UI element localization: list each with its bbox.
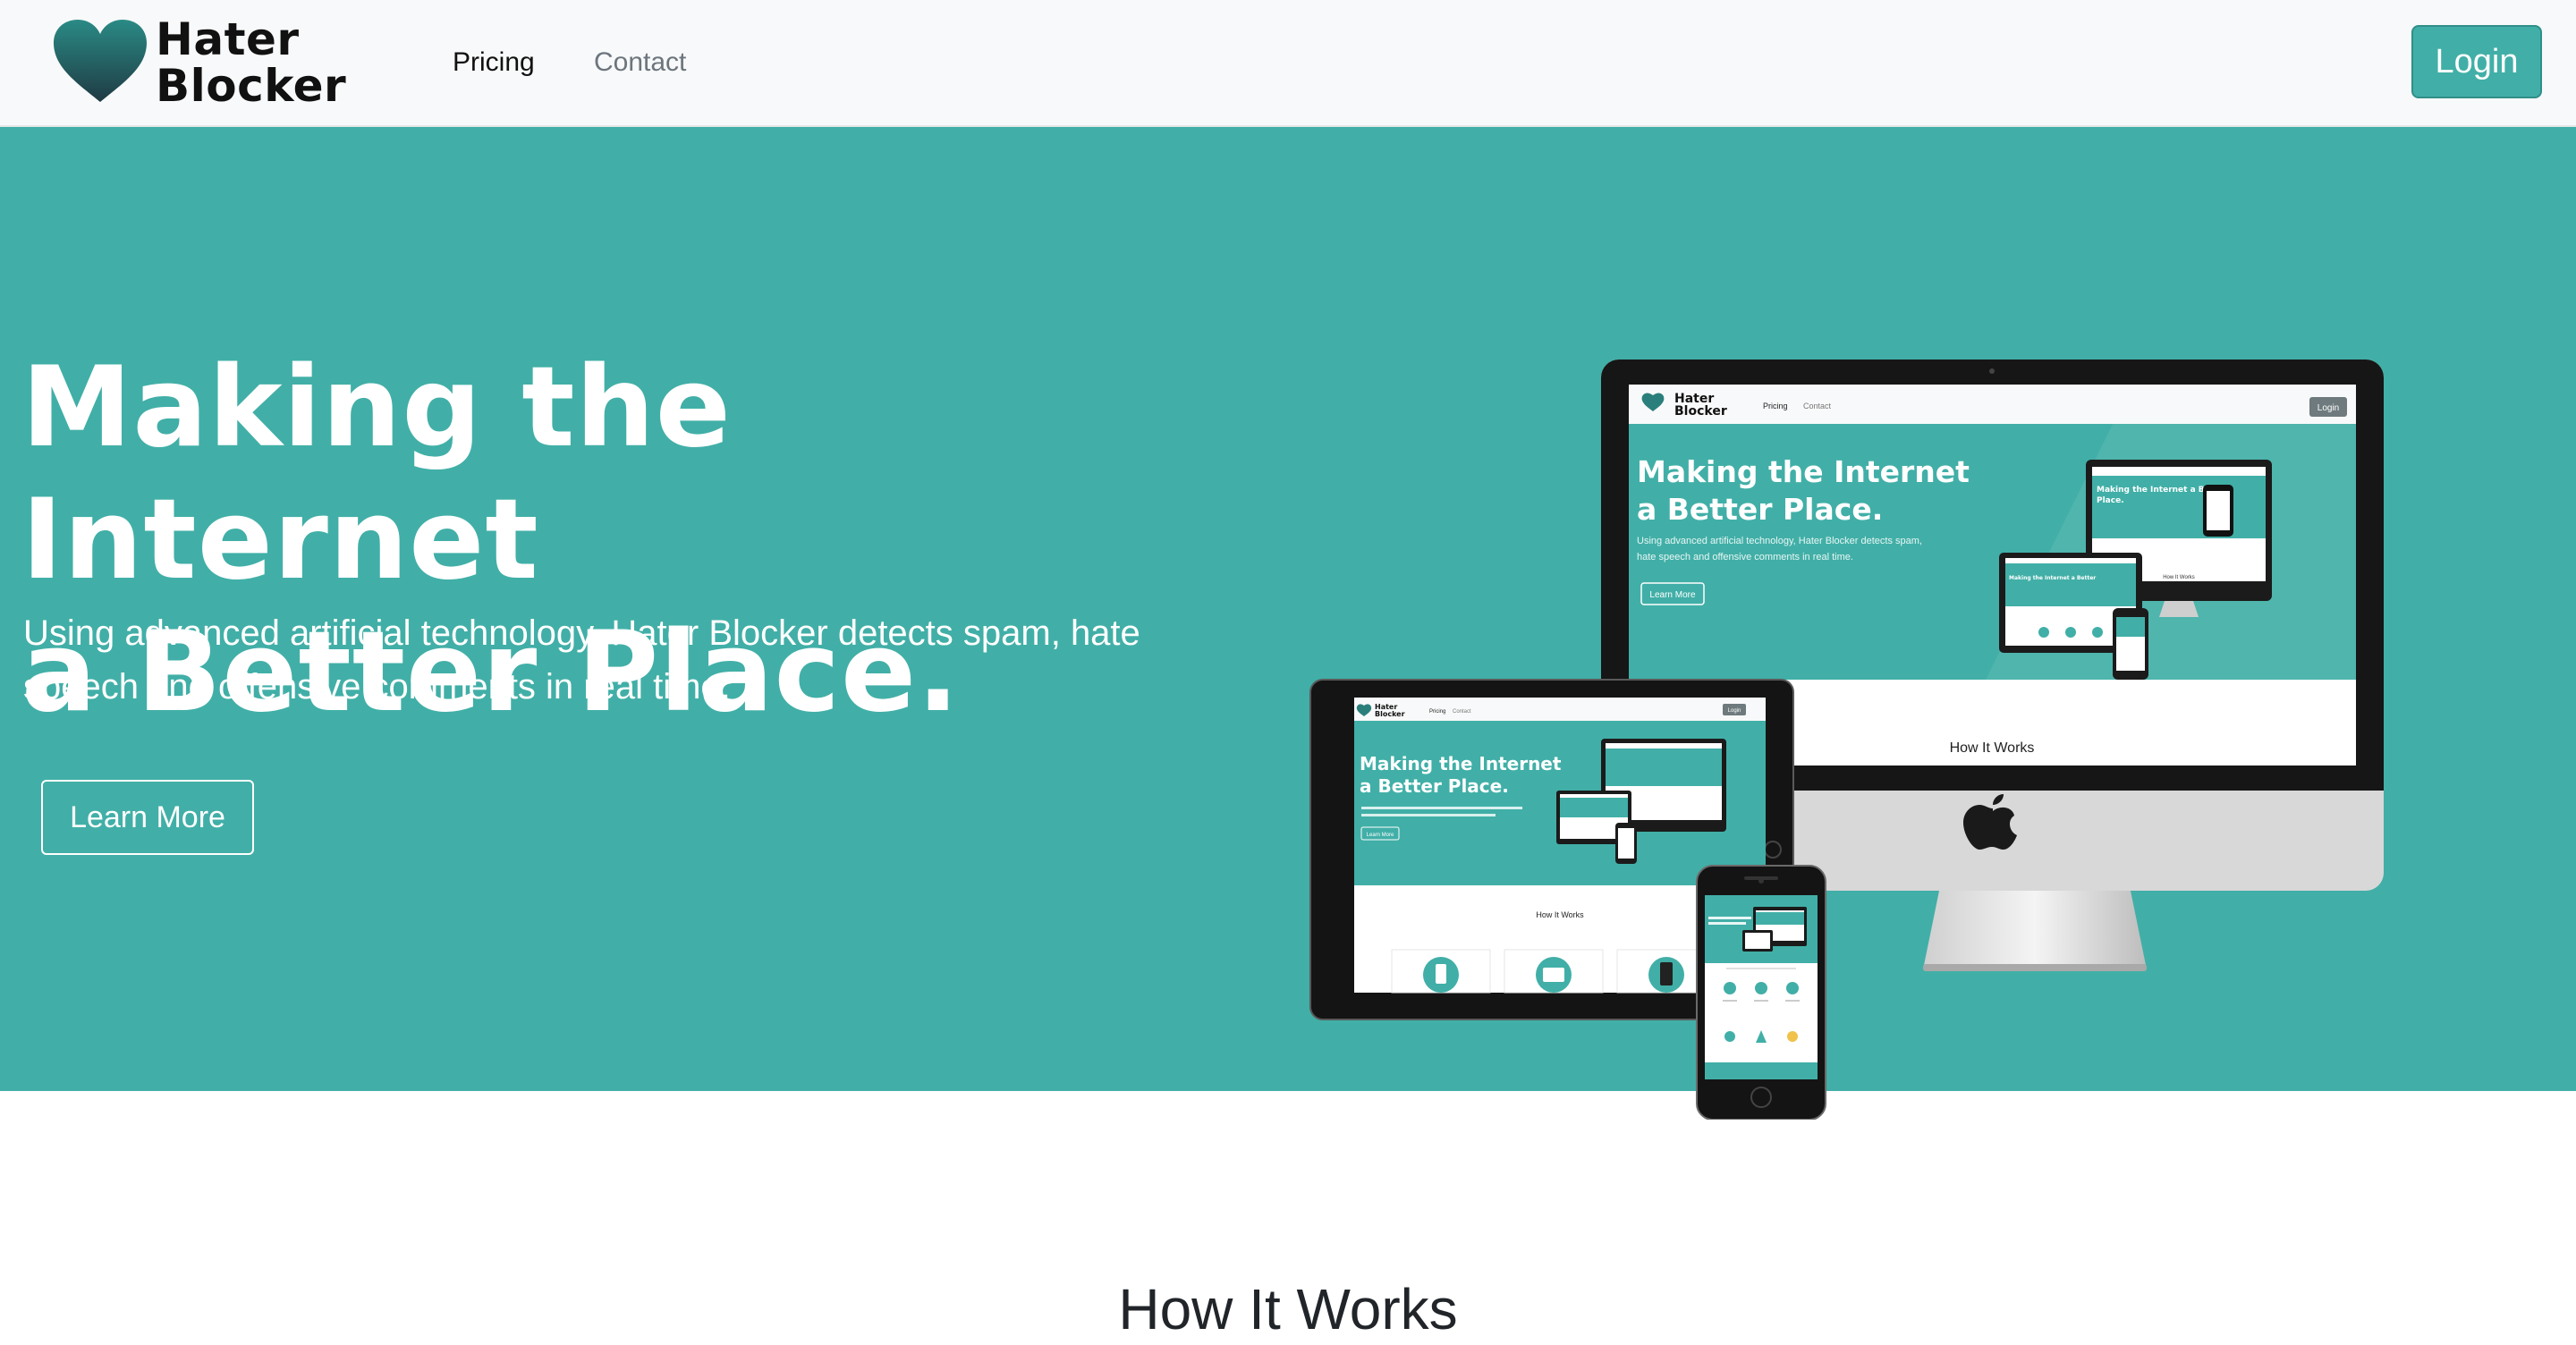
svg-text:Making the Internet a Better: Making the Internet a Better [2009, 575, 2096, 581]
brand-name-line2: Blocker [156, 60, 347, 112]
mock-desktop-title-line2: a Better Place. [1637, 492, 1883, 527]
mock-tablet-nav-contact: Contact [1453, 709, 1471, 715]
svg-text:How It Works: How It Works [2163, 575, 2195, 580]
login-button[interactable]: Login [2411, 25, 2542, 98]
mock-tablet-title-line2: a Better Place. [1360, 775, 1509, 797]
mock-desktop-nav-contact: Contact [1803, 402, 1832, 410]
phone-device [1696, 865, 1826, 1120]
mock-tablet-section: How It Works [1536, 910, 1584, 919]
mock-tablet-nav-pricing: Pricing [1429, 709, 1445, 715]
hero-section: Making the Internet a Better Place. Usin… [0, 127, 2576, 1120]
brand-name-line1: Hater [156, 13, 300, 65]
brand-name: Hater Blocker [156, 16, 346, 109]
mock-tablet-title-line1: Making the Internet [1360, 753, 1562, 774]
mock-desktop-nav-pricing: Pricing [1763, 402, 1788, 410]
mock-desktop-cta: Learn More [1649, 590, 1696, 600]
nav-link-pricing[interactable]: Pricing [453, 47, 535, 79]
nav-link-contact[interactable]: Contact [594, 47, 686, 79]
navbar: Hater Blocker Pricing Contact Login [0, 0, 2576, 127]
devices-mockup-image: Hater Blocker Pricing Contact Login Maki… [1309, 360, 2384, 1120]
learn-more-button[interactable]: Learn More [41, 780, 254, 855]
brand-logo[interactable]: Hater Blocker [52, 16, 347, 109]
hero-title-line1: Making the Internet [21, 343, 732, 605]
mock-desktop-section: How It Works [1950, 740, 2035, 756]
mock-desktop-title-line1: Making the Internet [1637, 454, 1970, 489]
mock-tablet-cta: Learn More [1367, 833, 1394, 838]
mock-desktop-sub-line2: hate speech and offensive comments in re… [1637, 552, 1853, 563]
mock-tablet-login: Login [1728, 708, 1741, 714]
how-it-works-title: How It Works [1118, 1277, 1458, 1341]
mock-tablet-logo-line2: Blocker [1375, 710, 1405, 718]
svg-text:Place.: Place. [2097, 496, 2124, 505]
hero-subtitle: Using advanced artificial technology, Ha… [23, 613, 1140, 706]
mock-desktop-logo-line2: Blocker [1674, 404, 1727, 419]
mock-desktop-sub-line1: Using advanced artificial technology, Ha… [1637, 536, 1922, 546]
mock-desktop-login: Login [2318, 403, 2339, 413]
heart-icon [54, 20, 147, 102]
